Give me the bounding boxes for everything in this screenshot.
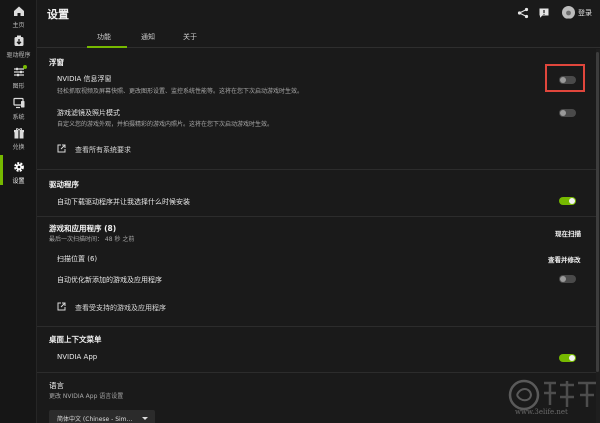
feedback-icon[interactable] bbox=[538, 7, 550, 19]
divider bbox=[37, 216, 596, 217]
home-icon bbox=[13, 6, 24, 16]
sidebar: 主页 驱动程序 图形 系统 兑换 设置 bbox=[0, 0, 37, 423]
divider bbox=[37, 372, 596, 373]
view-supported-games-link[interactable]: 查看受支持的游戏及应用程序 bbox=[75, 303, 166, 313]
overlay-section-title: 浮窗 bbox=[49, 58, 64, 67]
tab-bar: 功能 通知 关于 bbox=[37, 26, 600, 48]
nvidia-overlay-desc: 轻松抓取视频及屏幕快照、更改图形设置、监控系统性能等。这将在您下次启动游戏时生效… bbox=[57, 88, 304, 95]
auto-optimize-title: 自动优化新添加的游戏及应用程序 bbox=[57, 276, 162, 284]
login-link[interactable]: 登录 bbox=[578, 8, 592, 18]
settings-content: 浮窗 NVIDIA 信息浮窗 轻松抓取视频及屏幕快照、更改图形设置、监控系统性能… bbox=[37, 49, 596, 423]
nvidia-app-context-toggle[interactable] bbox=[559, 354, 576, 362]
nvidia-app-context-title: NVIDIA App bbox=[57, 353, 98, 361]
language-select-value: 简体中文 (Chinese - Sim... bbox=[57, 416, 133, 423]
games-section-title: 游戏和应用程序 (8) bbox=[49, 224, 117, 233]
divider bbox=[37, 169, 596, 170]
nvidia-overlay-toggle[interactable] bbox=[559, 76, 576, 84]
view-and-edit-button[interactable]: 查看并修改 bbox=[548, 254, 581, 264]
tab-features[interactable]: 功能 bbox=[97, 32, 111, 42]
share-icon[interactable] bbox=[517, 7, 529, 19]
chevron-down-icon bbox=[142, 417, 148, 420]
context-menu-section-title: 桌面上下文菜单 bbox=[49, 335, 102, 344]
system-monitor-icon bbox=[12, 97, 24, 109]
sidebar-item-label: 系统 bbox=[12, 114, 25, 121]
nvidia-overlay-title: NVIDIA 信息浮窗 bbox=[57, 75, 112, 83]
scrollbar-thumb[interactable] bbox=[596, 52, 599, 372]
auto-download-toggle[interactable] bbox=[559, 197, 576, 205]
sidebar-item-label: 驱动程序 bbox=[6, 52, 31, 59]
sidebar-item-settings[interactable]: 设置 bbox=[0, 160, 37, 192]
redeem-gift-icon bbox=[13, 128, 24, 139]
active-tab-indicator bbox=[87, 46, 127, 48]
scan-locations-title: 扫描位置 (6) bbox=[57, 255, 98, 263]
tab-about[interactable]: 关于 bbox=[183, 32, 197, 42]
driver-section-title: 驱动程序 bbox=[49, 180, 79, 189]
game-filters-toggle[interactable] bbox=[559, 109, 576, 117]
sidebar-item-redeem[interactable]: 兑换 bbox=[0, 126, 37, 158]
page-title: 设置 bbox=[47, 8, 69, 21]
external-link-icon bbox=[57, 144, 66, 153]
sidebar-item-graphics[interactable]: 图形 bbox=[0, 65, 37, 97]
sidebar-item-label: 兑换 bbox=[12, 144, 25, 151]
top-bar: 设置 bbox=[37, 0, 600, 26]
divider bbox=[37, 326, 596, 327]
gear-icon bbox=[13, 162, 24, 172]
language-select[interactable]: 简体中文 (Chinese - Sim... bbox=[49, 410, 155, 423]
sidebar-item-label: 设置 bbox=[12, 178, 25, 185]
driver-icon bbox=[14, 35, 23, 46]
sidebar-item-home[interactable]: 主页 bbox=[0, 4, 37, 36]
sidebar-item-label: 图形 bbox=[12, 83, 25, 90]
view-requirements-link[interactable]: 查看所有系统要求 bbox=[75, 145, 131, 155]
notification-dot bbox=[23, 65, 27, 69]
watermark-url: www.3elife.net bbox=[515, 408, 568, 416]
sidebar-item-label: 主页 bbox=[12, 22, 25, 29]
auto-optimize-toggle[interactable] bbox=[559, 275, 576, 283]
auto-download-title: 自动下载驱动程序并让我选择什么时候安装 bbox=[57, 198, 190, 206]
scan-now-button[interactable]: 现在扫描 bbox=[555, 228, 581, 238]
sidebar-item-system[interactable]: 系统 bbox=[0, 96, 37, 128]
last-scan-text: 最后一次扫描时间： 48 秒 之前 bbox=[49, 236, 135, 243]
external-link-icon bbox=[57, 302, 66, 311]
language-section-title: 语言 bbox=[49, 381, 64, 390]
game-filters-title: 游戏滤镜及照片模式 bbox=[57, 109, 120, 117]
tab-notifications[interactable]: 通知 bbox=[141, 32, 155, 42]
sidebar-item-driver[interactable]: 驱动程序 bbox=[0, 34, 37, 66]
avatar[interactable] bbox=[562, 6, 575, 19]
game-filters-desc: 自定义您的游戏外观，并拍摄精彩的游戏内照片。这将在您下次启动游戏时生效。 bbox=[57, 121, 274, 128]
language-desc: 更改 NVIDIA App 语言设置 bbox=[49, 393, 124, 400]
